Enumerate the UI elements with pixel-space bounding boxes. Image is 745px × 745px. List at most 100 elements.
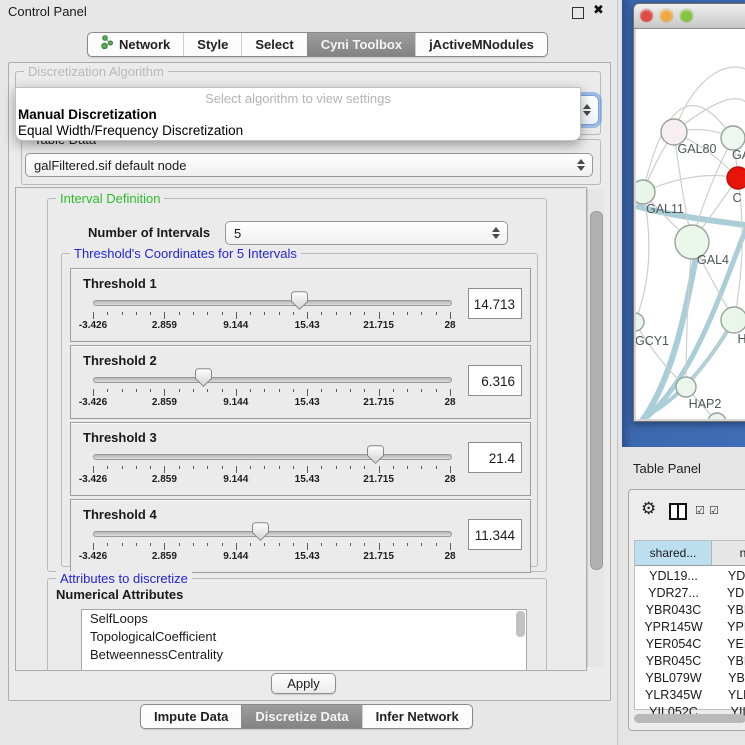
tick-label: 9.144	[223, 551, 248, 562]
network-node[interactable]	[727, 167, 745, 189]
tick-mark	[407, 312, 408, 315]
table-row[interactable]: YBR045CYBR0	[635, 653, 745, 670]
tick-mark	[279, 312, 280, 315]
slider-track[interactable]	[93, 300, 452, 306]
table-cell: YBR0	[712, 653, 745, 670]
zoom-traffic-light-icon[interactable]	[680, 9, 693, 22]
slider-track[interactable]	[93, 377, 452, 383]
tick-mark	[150, 543, 151, 546]
node-label: HAP2	[665, 397, 745, 411]
minimize-traffic-light-icon[interactable]	[660, 9, 673, 22]
table-cell: YDR2	[712, 585, 745, 602]
list-scrollbar[interactable]	[516, 611, 525, 637]
tab-select[interactable]: Select	[241, 33, 306, 56]
table-row[interactable]: YBL079WYBL0	[635, 670, 745, 687]
threshold-value-field[interactable]: 14.713	[468, 288, 522, 319]
network-canvas[interactable]: GAL80GACGAL11GAL4HGCY1HAP2	[636, 29, 745, 419]
tick-mark	[307, 312, 308, 319]
table-row[interactable]: YBR043CYBR0	[635, 602, 745, 619]
tick-mark	[350, 389, 351, 392]
table-row[interactable]: YDL19...YDL1	[635, 568, 745, 585]
tick-mark	[407, 543, 408, 546]
tick-mark	[436, 466, 437, 469]
attributes-listbox[interactable]: SelfLoopsTopologicalCoefficientBetweenne…	[81, 609, 527, 671]
main-scrollbar-thumb[interactable]	[590, 211, 603, 570]
tick-mark	[364, 389, 365, 392]
table-data-combobox[interactable]: galFiltered.sif default node	[25, 153, 593, 177]
top-tab-bar: NetworkStyleSelectCyni ToolboxjActiveMNo…	[87, 32, 548, 57]
column-header[interactable]: shared...	[635, 541, 712, 566]
tab-cyni-toolbox[interactable]: Cyni Toolbox	[307, 33, 415, 56]
threshold-value-field[interactable]: 6.316	[468, 365, 522, 396]
dropdown-option[interactable]: Equal Width/Frequency Discretization	[18, 123, 243, 138]
tick-mark	[107, 389, 108, 392]
table-row[interactable]: YDR27...YDR2	[635, 585, 745, 602]
tick-mark	[421, 466, 422, 469]
float-window-icon[interactable]	[572, 7, 584, 19]
table-row[interactable]: YPR145WYPR1	[635, 619, 745, 636]
network-node[interactable]	[636, 313, 644, 331]
network-node[interactable]	[636, 180, 655, 204]
slider-track[interactable]	[93, 531, 452, 537]
thresholds-group-label: Threshold's Coordinates for 5 Intervals	[70, 246, 301, 261]
tick-label: 28	[444, 397, 455, 408]
network-icon	[101, 33, 114, 56]
attribute-list-item[interactable]: BetweennessCentrality	[82, 646, 526, 664]
tick-mark	[136, 466, 137, 469]
table-row[interactable]: YER054CYER0	[635, 636, 745, 653]
network-edge[interactable]	[643, 175, 738, 192]
network-view-window[interactable]: GAL80GACGAL11GAL4HGCY1HAP2	[633, 3, 745, 422]
tick-label: 15.43	[295, 551, 320, 562]
tab-discretize-data[interactable]: Discretize Data	[241, 705, 361, 728]
interval-definition-group: Interval Definition Number of Intervals …	[47, 198, 547, 572]
main-scrollbar-track[interactable]	[587, 189, 604, 667]
network-window-titlebar[interactable]	[634, 4, 745, 29]
tick-mark	[421, 389, 422, 392]
attribute-list-item[interactable]: TopologicalCoefficient	[82, 628, 526, 646]
tick-mark	[179, 312, 180, 315]
slider-thumb[interactable]	[367, 445, 384, 467]
network-node[interactable]	[721, 307, 745, 333]
tick-mark	[222, 312, 223, 315]
table-row[interactable]: YLR345WYLR3	[635, 687, 745, 704]
bottom-tab-bar: Impute DataDiscretize DataInfer Network	[140, 704, 473, 729]
attribute-list-item[interactable]: SelfLoops	[82, 610, 526, 628]
screen: Control Panel ✖ NetworkStyleSelectCyni T…	[0, 0, 745, 745]
column-layout-icon[interactable]	[669, 503, 687, 520]
tab-jactivemnodules[interactable]: jActiveMNodules	[415, 33, 547, 56]
threshold-value-field[interactable]: 21.4	[468, 442, 522, 473]
table-panel-box: ⚙ ☑ ☑ shared...n YDL19...YDL1YDR27...YDR…	[628, 489, 745, 731]
tick-mark	[350, 312, 351, 315]
slider-thumb[interactable]	[291, 291, 308, 313]
gear-icon[interactable]: ⚙	[641, 499, 656, 519]
network-node[interactable]	[708, 413, 726, 419]
slider-thumb[interactable]	[252, 522, 269, 544]
tick-mark	[236, 543, 237, 550]
tab-infer-network[interactable]: Infer Network	[362, 705, 472, 728]
tab-style[interactable]: Style	[183, 33, 241, 56]
column-header[interactable]: n	[712, 541, 745, 566]
tick-label: -3.426	[79, 320, 107, 331]
tick-mark	[293, 543, 294, 546]
threshold-label: Threshold 3	[83, 430, 157, 445]
tick-mark	[364, 466, 365, 469]
tick-label: 21.715	[363, 551, 394, 562]
tab-impute-data[interactable]: Impute Data	[141, 705, 241, 728]
close-icon[interactable]: ✖	[593, 3, 604, 18]
tick-label: 28	[444, 320, 455, 331]
checkbox-icon[interactable]: ☑	[709, 504, 719, 517]
tab-network[interactable]: Network	[88, 33, 183, 56]
tick-mark	[236, 312, 237, 319]
dropdown-option[interactable]: Manual Discretization	[18, 107, 157, 122]
apply-button[interactable]: Apply	[271, 673, 336, 694]
table-hscrollbar-thumb[interactable]	[634, 714, 745, 723]
slider-track[interactable]	[93, 454, 452, 460]
network-node[interactable]	[676, 377, 696, 397]
threshold-value-field[interactable]: 11.344	[468, 519, 522, 550]
network-edge[interactable]	[674, 67, 745, 132]
checkbox-icon[interactable]: ☑	[695, 504, 705, 517]
close-traffic-light-icon[interactable]	[640, 9, 653, 22]
slider-thumb[interactable]	[195, 368, 212, 390]
thresholds-group: Threshold's Coordinates for 5 Intervals …	[61, 253, 538, 567]
num-intervals-combobox[interactable]: 5	[225, 221, 508, 245]
